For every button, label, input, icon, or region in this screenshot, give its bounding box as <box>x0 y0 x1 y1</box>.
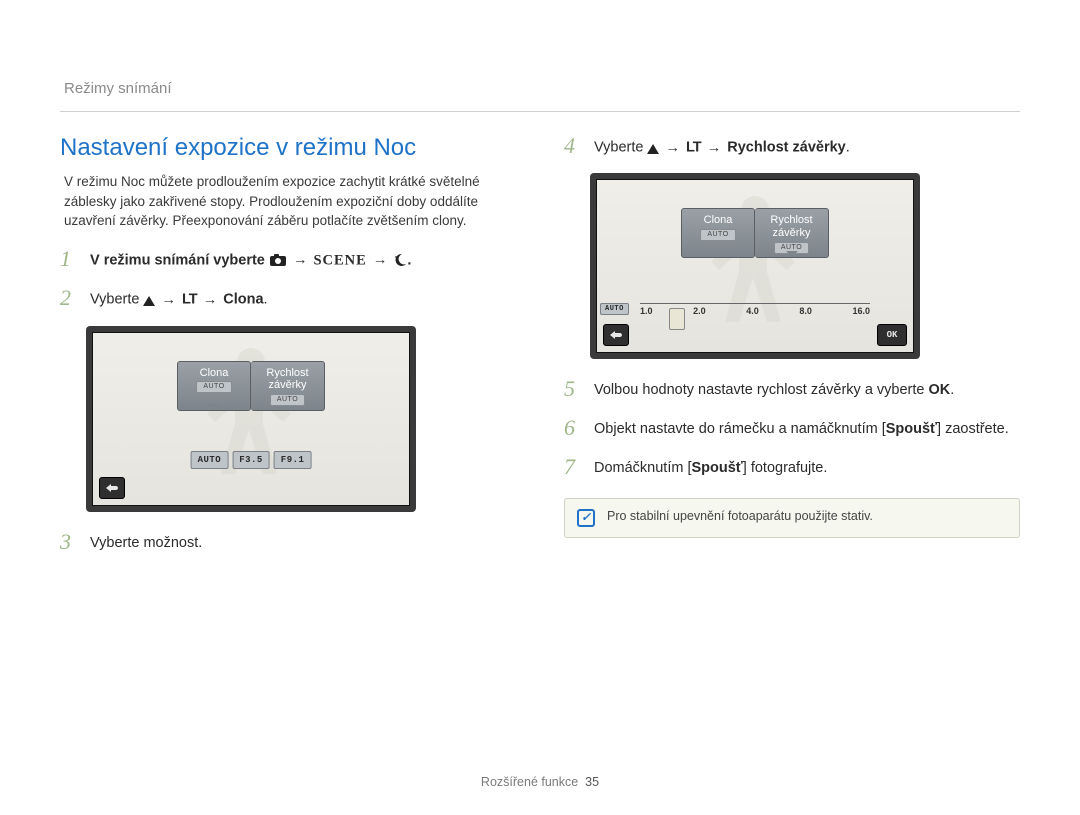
step-7-bold: Spoušť <box>692 460 743 476</box>
step-4: 4 Vyberte → LT → Rychlost závěrky. <box>564 134 1020 159</box>
tab-aperture[interactable]: Clona AUTO <box>177 361 251 411</box>
tab-label: závěrky <box>269 379 307 391</box>
ok-button[interactable]: OK <box>877 324 907 346</box>
tab-shutter[interactable]: Rychlostzávěrky AUTO <box>251 361 325 411</box>
scale-handle[interactable] <box>669 308 685 330</box>
column-left: Nastavení expozice v režimu Noc V režimu… <box>60 134 516 568</box>
lcd-screenshot-aperture: Clona AUTO Rychlostzávěrky AUTO AUTO F3.… <box>86 326 516 512</box>
period: . <box>407 252 411 268</box>
step-number: 4 <box>564 134 582 158</box>
scale-tick: 1.0 <box>640 306 653 316</box>
scale-auto-chip: AUTO <box>600 303 629 315</box>
back-arrow-icon <box>609 329 623 341</box>
step-6-post: ] zaostřete. <box>937 421 1009 437</box>
ok-glyph: OK <box>929 382 951 398</box>
aperture-value-bar: AUTO F3.5 F9.1 <box>191 451 312 469</box>
tab-label: Clona <box>682 214 754 227</box>
step-1-text: V režimu snímání vyberte <box>90 252 269 268</box>
step-5-pre: Volbou hodnoty nastavte rychlost závěrky… <box>594 382 929 398</box>
info-icon: ✓ <box>577 509 595 527</box>
arrow-icon: → <box>291 250 310 272</box>
step-number: 3 <box>60 530 78 554</box>
step-number: 2 <box>60 286 78 310</box>
period: . <box>950 382 954 398</box>
tab-label: Rychlost <box>770 214 812 226</box>
camera-icon <box>269 250 287 272</box>
period: . <box>264 292 268 308</box>
two-column-layout: Nastavení expozice v režimu Noc V režimu… <box>60 134 1020 568</box>
steps-right-cont: 5 Volbou hodnoty nastavte rychlost závěr… <box>564 377 1020 479</box>
auto-chip: AUTO <box>700 229 735 241</box>
arrow-icon: → <box>371 250 390 272</box>
scale-tick: 4.0 <box>746 306 759 316</box>
step-7-pre: Domáčknutím [ <box>594 460 692 476</box>
step-2-bold: Clona <box>223 292 263 308</box>
column-right: 4 Vyberte → LT → Rychlost závěrky. <box>564 134 1020 568</box>
manual-page: Režimy snímání Nastavení expozice v reži… <box>0 0 1080 815</box>
intro-text: V režimu Noc můžete prodloužením expozic… <box>60 172 516 231</box>
arrow-icon: → <box>160 290 179 312</box>
steps-right: 4 Vyberte → LT → Rychlost závěrky. <box>564 134 1020 159</box>
step-2-pre: Vyberte <box>90 292 143 308</box>
step-2: 2 Vyberte → LT → Clona. <box>60 286 516 311</box>
step-7-post: ] fotografujte. <box>743 460 828 476</box>
arrow-icon: → <box>705 138 724 160</box>
footer-label: Rozšířené funkce <box>481 775 578 789</box>
steps-left: 1 V režimu snímání vyberte → SCENE → . <box>60 247 516 312</box>
lcd-tab-bar: Clona AUTO Rychlostzávěrky AUTO <box>177 361 325 411</box>
value-f91[interactable]: F9.1 <box>274 451 312 469</box>
step-5: 5 Volbou hodnoty nastavte rychlost závěr… <box>564 377 1020 402</box>
tab-aperture[interactable]: Clona AUTO <box>681 208 755 258</box>
step-4-pre: Vyberte <box>594 140 647 156</box>
lt-glyph: LT <box>686 140 701 156</box>
period: . <box>846 140 850 156</box>
auto-chip: AUTO <box>196 381 231 393</box>
arrow-icon: → <box>664 138 683 160</box>
step-4-bold: Rychlost závěrky <box>727 140 845 156</box>
scene-glyph: SCENE <box>313 252 366 268</box>
step-1: 1 V režimu snímání vyberte → SCENE → . <box>60 247 516 272</box>
lcd-tab-bar: Clona AUTO Rychlostzávěrky AUTO <box>681 208 829 258</box>
arrow-icon: → <box>201 290 220 312</box>
tab-label: závěrky <box>773 227 811 239</box>
section-header: Režimy snímání <box>60 80 1020 97</box>
scale-tick: 2.0 <box>693 306 706 316</box>
back-button[interactable] <box>603 324 629 346</box>
page-title: Nastavení expozice v režimu Noc <box>60 134 516 162</box>
night-icon <box>393 250 407 272</box>
step-7: 7 Domáčknutím [Spoušť] fotografujte. <box>564 455 1020 480</box>
tab-label: Rychlost <box>266 367 308 379</box>
value-auto[interactable]: AUTO <box>191 451 229 469</box>
step-number: 7 <box>564 455 582 479</box>
tab-label: Clona <box>178 367 250 380</box>
step-6: 6 Objekt nastavte do rámečku a namáčknut… <box>564 416 1020 441</box>
page-number: 35 <box>585 775 599 789</box>
page-footer: Rozšířené funkce 35 <box>0 775 1080 789</box>
value-f35[interactable]: F3.5 <box>232 451 270 469</box>
step-number: 6 <box>564 416 582 440</box>
up-triangle-icon <box>647 137 659 159</box>
step-6-bold: Spoušť <box>886 421 937 437</box>
step-3-text: Vyberte možnost. <box>90 530 516 555</box>
tab-shutter[interactable]: Rychlostzávěrky AUTO <box>755 208 829 258</box>
auto-chip: AUTO <box>774 242 809 254</box>
step-number: 5 <box>564 377 582 401</box>
tip-note: ✓ Pro stabilní upevnění fotoaparátu použ… <box>564 498 1020 538</box>
step-6-pre: Objekt nastavte do rámečku a namáčknutím… <box>594 421 886 437</box>
divider <box>60 111 1020 112</box>
step-number: 1 <box>60 247 78 271</box>
note-text: Pro stabilní upevnění fotoaparátu použij… <box>607 509 873 523</box>
up-triangle-icon <box>143 289 155 311</box>
back-arrow-icon <box>105 482 119 494</box>
step-3: 3 Vyberte možnost. <box>60 530 516 555</box>
scale-tick: 8.0 <box>799 306 812 316</box>
back-button[interactable] <box>99 477 125 499</box>
scale-tick: 16.0 <box>852 306 870 316</box>
auto-chip: AUTO <box>270 394 305 406</box>
lt-glyph: LT <box>182 292 197 308</box>
lcd-screenshot-shutter: Clona AUTO Rychlostzávěrky AUTO AUTO 1.0 <box>590 173 1020 359</box>
steps-left-cont: 3 Vyberte možnost. <box>60 530 516 555</box>
